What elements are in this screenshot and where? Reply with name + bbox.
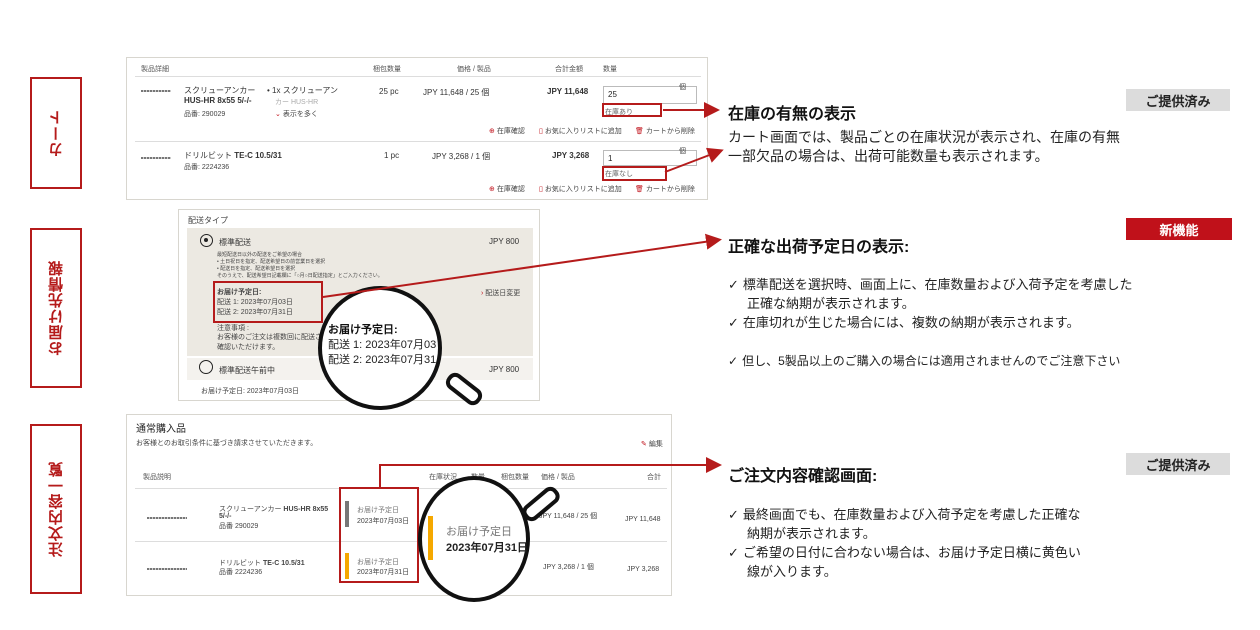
confirm-check-1: ✓ 最終画面でも、在庫数量および入荷予定を考慮した正確な: [728, 507, 1081, 522]
provided-badge: ご提供済み: [1126, 89, 1230, 111]
eta-check-1: ✓ 標準配送を選択時、画面上に、在庫数量および入荷予定を考慮した: [728, 277, 1133, 292]
eta-check-2: ✓ 在庫切れが生じた場合には、複数の納期が表示されます。: [728, 315, 1080, 330]
provided-badge: ご提供済み: [1126, 453, 1230, 475]
eta-callout-title: 正確な出荷予定日の表示:: [728, 239, 910, 256]
stock-callout-title: 在庫の有無の表示: [728, 106, 857, 123]
confirm-check-2: ✓ ご希望の日付に合わない場合は、お届け予定日横に黄色い: [728, 545, 1081, 560]
eta-check-1-cont: 正確な納期が表示されます。: [747, 296, 915, 311]
new-feature-badge: 新機能: [1126, 218, 1232, 240]
eta-check-3: ✓ 但し、5製品以上のご購入の場合には適用されませんのでご注意下さい: [728, 354, 1121, 368]
confirm-check-1-cont: 納期が表示されます。: [747, 526, 876, 541]
confirm-callout-title: ご注文内容確認画面:: [728, 468, 878, 485]
confirm-check-2-cont: 線が入ります。: [747, 564, 837, 579]
stock-callout-text: カート画面では、製品ごとの在庫状況が表示され、在庫の有無 一部欠品の場合は、出荷…: [728, 129, 1120, 164]
